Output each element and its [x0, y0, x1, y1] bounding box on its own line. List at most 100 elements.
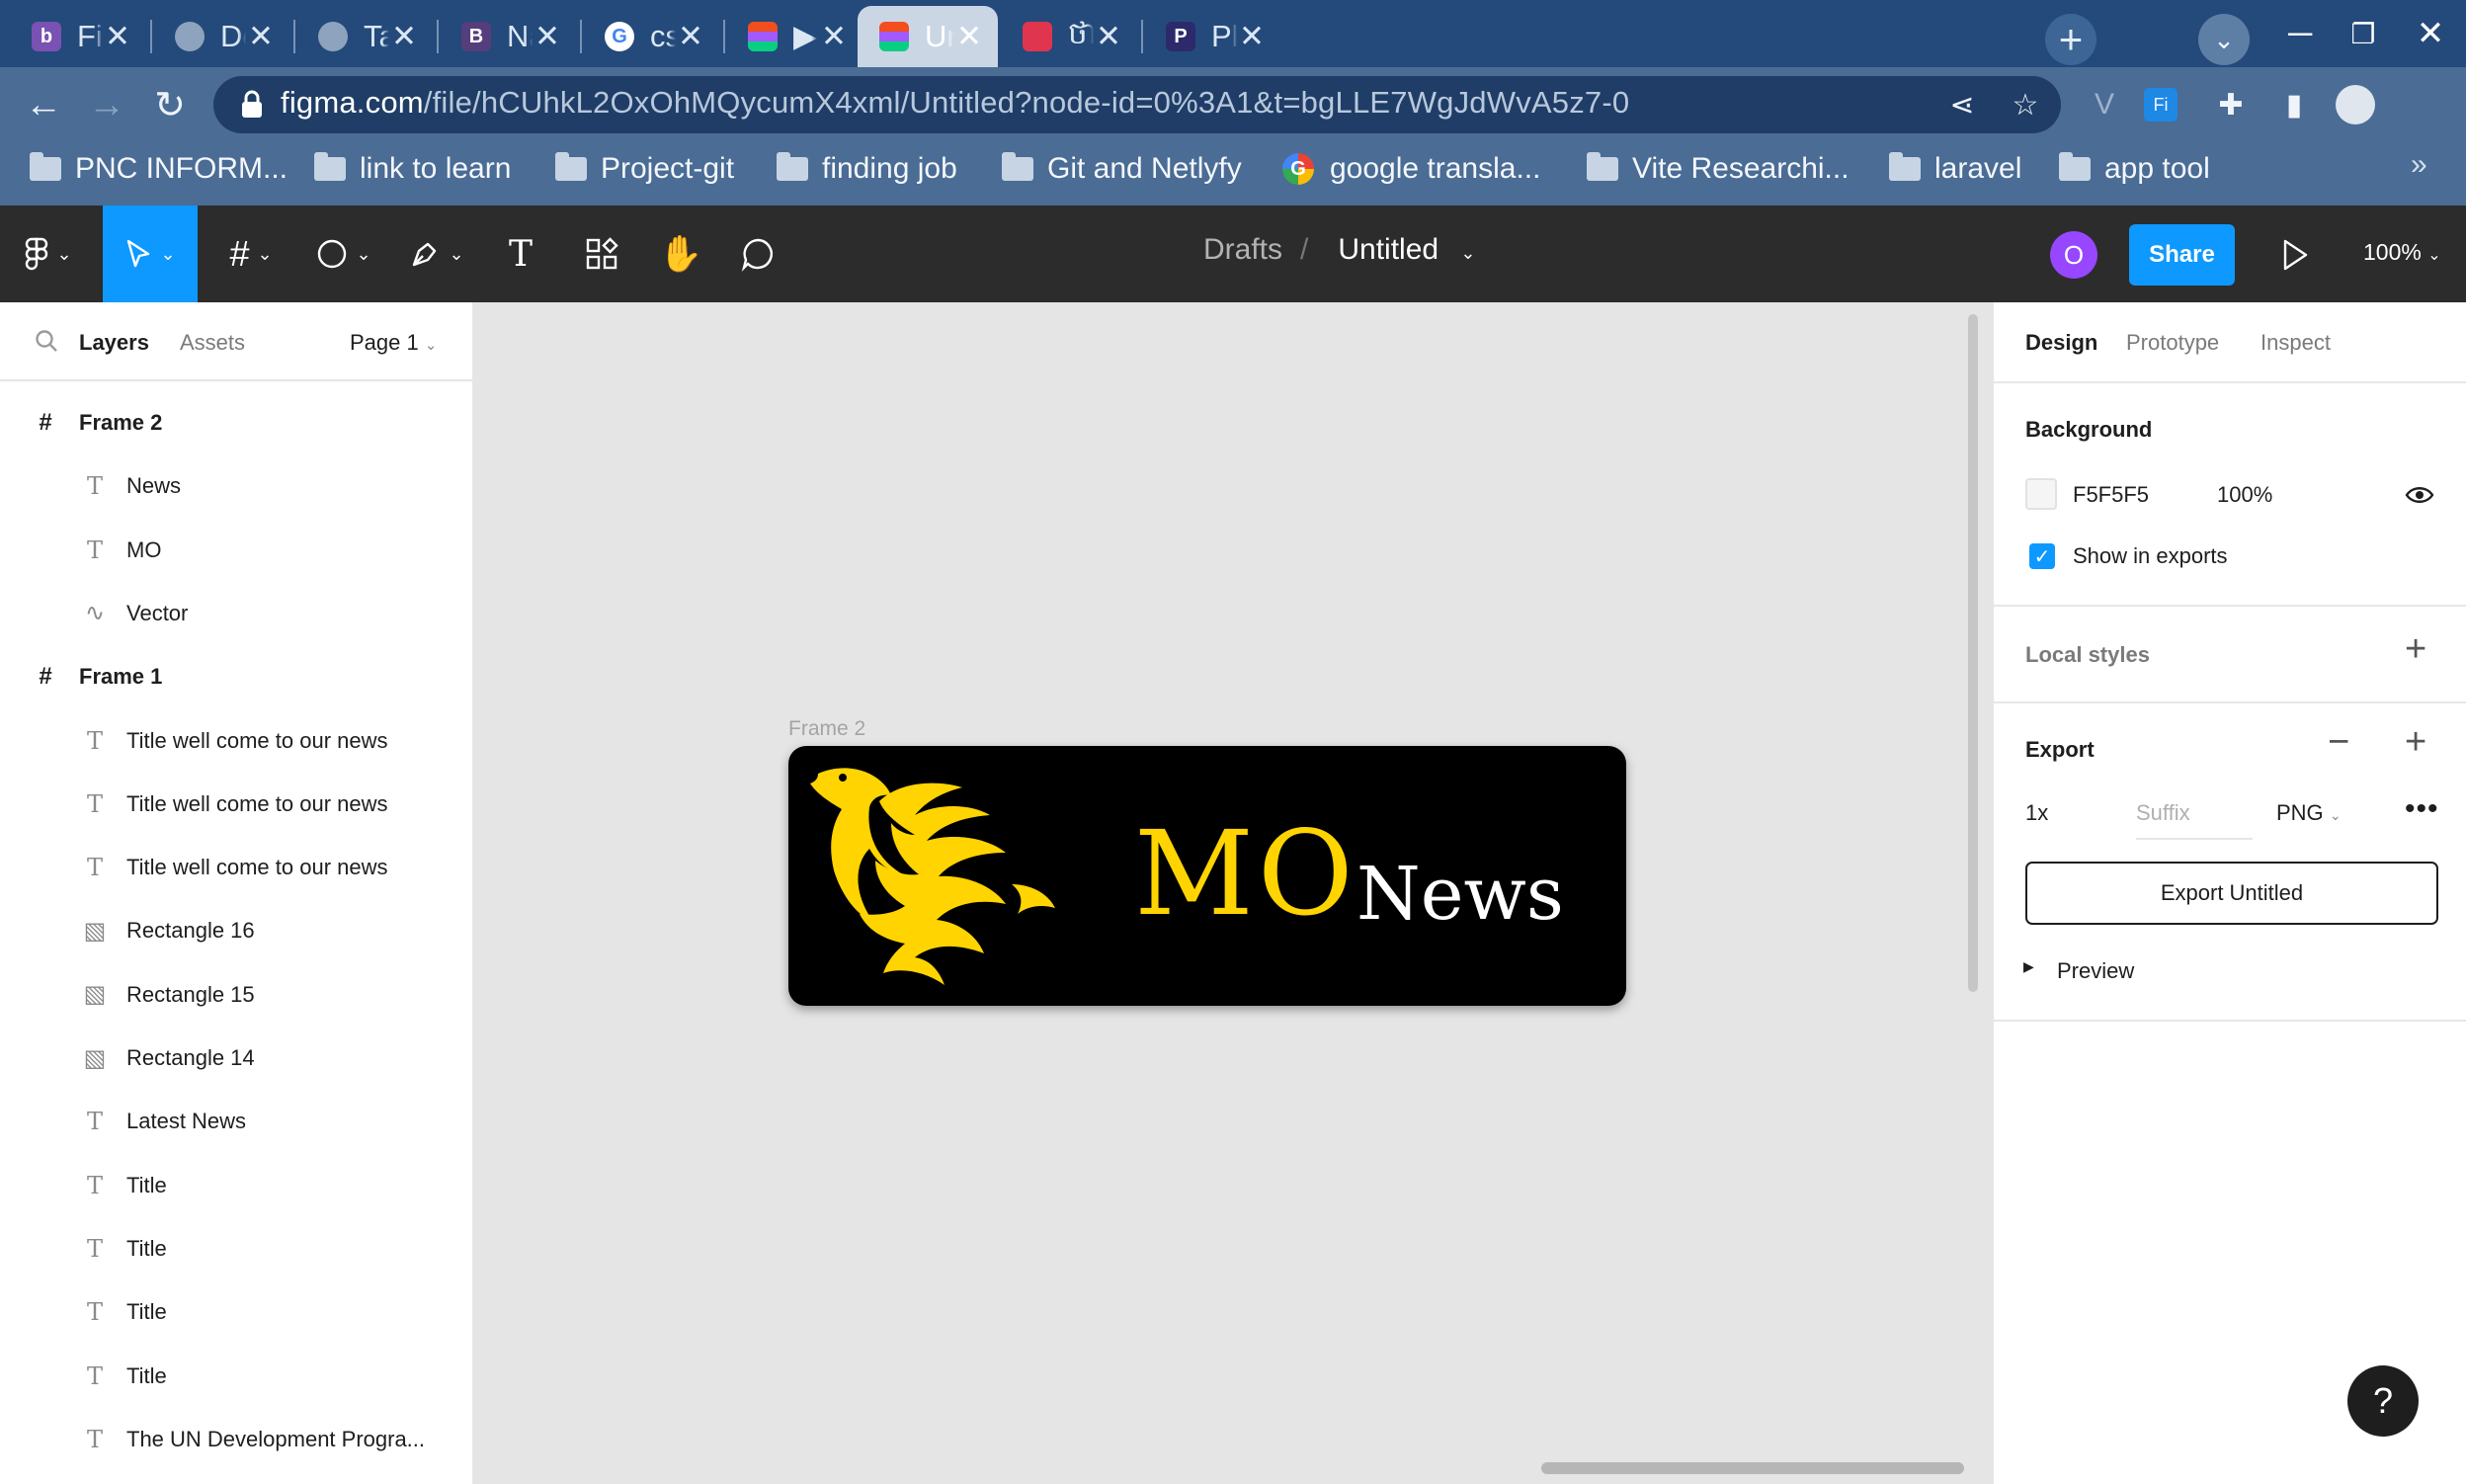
logo-mo-text[interactable]: MO: [1134, 805, 1357, 942]
minimize-icon[interactable]: ─: [2270, 8, 2330, 59]
page-selector[interactable]: Page 1 ⌄: [350, 330, 437, 356]
new-tab-button[interactable]: +: [2045, 14, 2096, 65]
remove-export-icon[interactable]: −: [2328, 721, 2349, 764]
export-format-select[interactable]: PNG ⌄: [2276, 800, 2342, 826]
canvas-vertical-scrollbar[interactable]: [1968, 314, 1978, 992]
layer-row[interactable]: ▧ Rectangle 14: [0, 1027, 472, 1090]
frame-label[interactable]: Frame 2: [788, 717, 865, 741]
layer-row[interactable]: ▧ Rectangle 16: [0, 899, 472, 962]
background-hex-input[interactable]: F5F5F5: [2073, 482, 2149, 508]
user-avatar[interactable]: O: [2050, 231, 2097, 279]
add-export-icon[interactable]: +: [2405, 721, 2426, 764]
export-scale-input[interactable]: 1x: [2025, 800, 2048, 826]
url-text[interactable]: figma.com/file/hCUhkL2OxOhMQycumX4xml/Un…: [281, 85, 1629, 121]
bookmark-item[interactable]: finding job: [777, 148, 957, 190]
tab-layers[interactable]: Layers: [79, 330, 149, 356]
chevron-down-icon[interactable]: ⌄: [1460, 243, 1475, 263]
tab-prototype[interactable]: Prototype: [2126, 330, 2219, 356]
tab-untitled[interactable]: Untitle ✕: [858, 6, 998, 67]
background-color-swatch[interactable]: [2025, 478, 2057, 510]
tab-navbar[interactable]: B Navbar ✕: [440, 6, 576, 67]
layer-row[interactable]: T Latest News: [0, 1090, 472, 1153]
layer-row[interactable]: T Title: [0, 1280, 472, 1344]
close-window-icon[interactable]: ✕: [2401, 8, 2460, 59]
close-tab-icon[interactable]: ✕: [819, 19, 849, 53]
bookmark-item[interactable]: Vite Researchi...: [1587, 148, 1850, 190]
close-tab-icon[interactable]: ✕: [103, 19, 132, 53]
tab-tags[interactable]: Tags :: I ✕: [296, 6, 433, 67]
layer-row[interactable]: # Frame 1: [0, 645, 472, 708]
bookmark-item[interactable]: Ggoogle transla...: [1282, 148, 1540, 190]
restore-icon[interactable]: ❐: [2334, 8, 2393, 59]
extensions-puzzle-icon[interactable]: ✚: [2209, 83, 2253, 126]
drafts-link[interactable]: Drafts: [1203, 233, 1282, 266]
export-suffix-input[interactable]: Suffix: [2136, 800, 2253, 840]
export-button[interactable]: Export Untitled: [2025, 862, 2438, 925]
eye-icon[interactable]: [2405, 484, 2434, 506]
bookmark-item[interactable]: PNC INFORM...: [30, 148, 288, 190]
bookmarks-overflow-icon[interactable]: »: [2411, 148, 2427, 182]
bookmark-item[interactable]: Git and Netlyfy: [1002, 148, 1242, 190]
logo-news-text[interactable]: News: [1356, 852, 1564, 937]
share-url-icon[interactable]: ⋖: [1940, 83, 1984, 126]
shape-tool-icon[interactable]: ⌄: [308, 206, 379, 302]
bookmark-item[interactable]: Project-git: [555, 148, 734, 190]
layer-row[interactable]: T Title: [0, 1345, 472, 1408]
layer-row[interactable]: T Title: [0, 1217, 472, 1280]
back-icon[interactable]: ←: [16, 77, 71, 132]
comment-tool-icon[interactable]: [733, 206, 782, 302]
tab-inspect[interactable]: Inspect: [2260, 330, 2331, 356]
close-tab-icon[interactable]: ✕: [1094, 19, 1123, 53]
layer-row[interactable]: T Title well come to our news: [0, 836, 472, 899]
tab-khmer[interactable]: ថាន់ នៅ ✕: [1001, 6, 1137, 67]
tab-phnom[interactable]: P Phnom ✕: [1144, 6, 1280, 67]
layer-row[interactable]: ▧ Rectangle 15: [0, 963, 472, 1027]
bookmark-item[interactable]: app tool: [2059, 148, 2210, 190]
resources-tool-icon[interactable]: [577, 206, 626, 302]
bookmark-item[interactable]: link to learn: [314, 148, 511, 190]
add-local-style-icon[interactable]: +: [2405, 628, 2426, 671]
bookmark-item[interactable]: laravel: [1889, 148, 2021, 190]
preview-toggle[interactable]: Preview: [2057, 958, 2134, 984]
forward-icon[interactable]: →: [79, 77, 134, 132]
layer-row[interactable]: TThe UN Development Progra...: [0, 1408, 472, 1471]
close-tab-icon[interactable]: ✕: [533, 19, 562, 53]
layer-row[interactable]: T Title well come to our news: [0, 773, 472, 836]
extension-v-icon[interactable]: V: [2083, 83, 2126, 126]
canvas-horizontal-scrollbar[interactable]: [1541, 1462, 1964, 1474]
tab-page[interactable]: ▶ Page ✕: [726, 6, 863, 67]
bookmark-star-icon[interactable]: ☆: [2004, 83, 2047, 126]
move-tool-icon[interactable]: ⌄: [103, 206, 198, 302]
tab-assets[interactable]: Assets: [180, 330, 245, 356]
text-tool-icon[interactable]: T: [496, 206, 545, 302]
layer-row[interactable]: T Title: [0, 1154, 472, 1217]
layer-row[interactable]: TThe UN Development Progra...: [0, 1471, 472, 1484]
close-tab-icon[interactable]: ✕: [246, 19, 276, 53]
zoom-dropdown[interactable]: 100% ⌄: [2363, 239, 2441, 266]
layer-row[interactable]: T MO: [0, 519, 472, 582]
side-panel-icon[interactable]: ▮: [2272, 83, 2316, 126]
hand-tool-icon[interactable]: ✋: [656, 206, 705, 302]
reload-icon[interactable]: ↻: [142, 77, 198, 132]
more-options-icon[interactable]: •••: [2405, 792, 2439, 826]
layer-row[interactable]: T Title well come to our news: [0, 709, 472, 773]
tab-search-chevron-icon[interactable]: ⌄: [2198, 14, 2250, 65]
tab-fields[interactable]: b Fields :: ✕: [10, 6, 146, 67]
search-icon[interactable]: [34, 328, 59, 354]
layer-row[interactable]: # Frame 2: [0, 391, 472, 454]
file-name[interactable]: Untitled: [1338, 233, 1438, 266]
frame-tool-icon[interactable]: # ⌄: [215, 206, 287, 302]
share-button[interactable]: Share: [2129, 224, 2235, 286]
show-in-exports-checkbox[interactable]: ✓: [2029, 543, 2055, 569]
tab-docum[interactable]: Docum ✕: [153, 6, 289, 67]
close-tab-icon[interactable]: ✕: [676, 19, 705, 53]
figma-menu-icon[interactable]: ⌄: [14, 206, 83, 302]
layer-row[interactable]: ∿ Vector: [0, 582, 472, 645]
help-button[interactable]: ?: [2347, 1365, 2419, 1437]
present-play-icon[interactable]: [2280, 237, 2310, 273]
pen-tool-icon[interactable]: ⌄: [401, 206, 472, 302]
tab-css-hover[interactable]: G css hov ✕: [583, 6, 719, 67]
profile-avatar[interactable]: [2336, 85, 2375, 124]
background-opacity-input[interactable]: 100%: [2217, 482, 2272, 508]
close-tab-icon[interactable]: ✕: [389, 19, 419, 53]
